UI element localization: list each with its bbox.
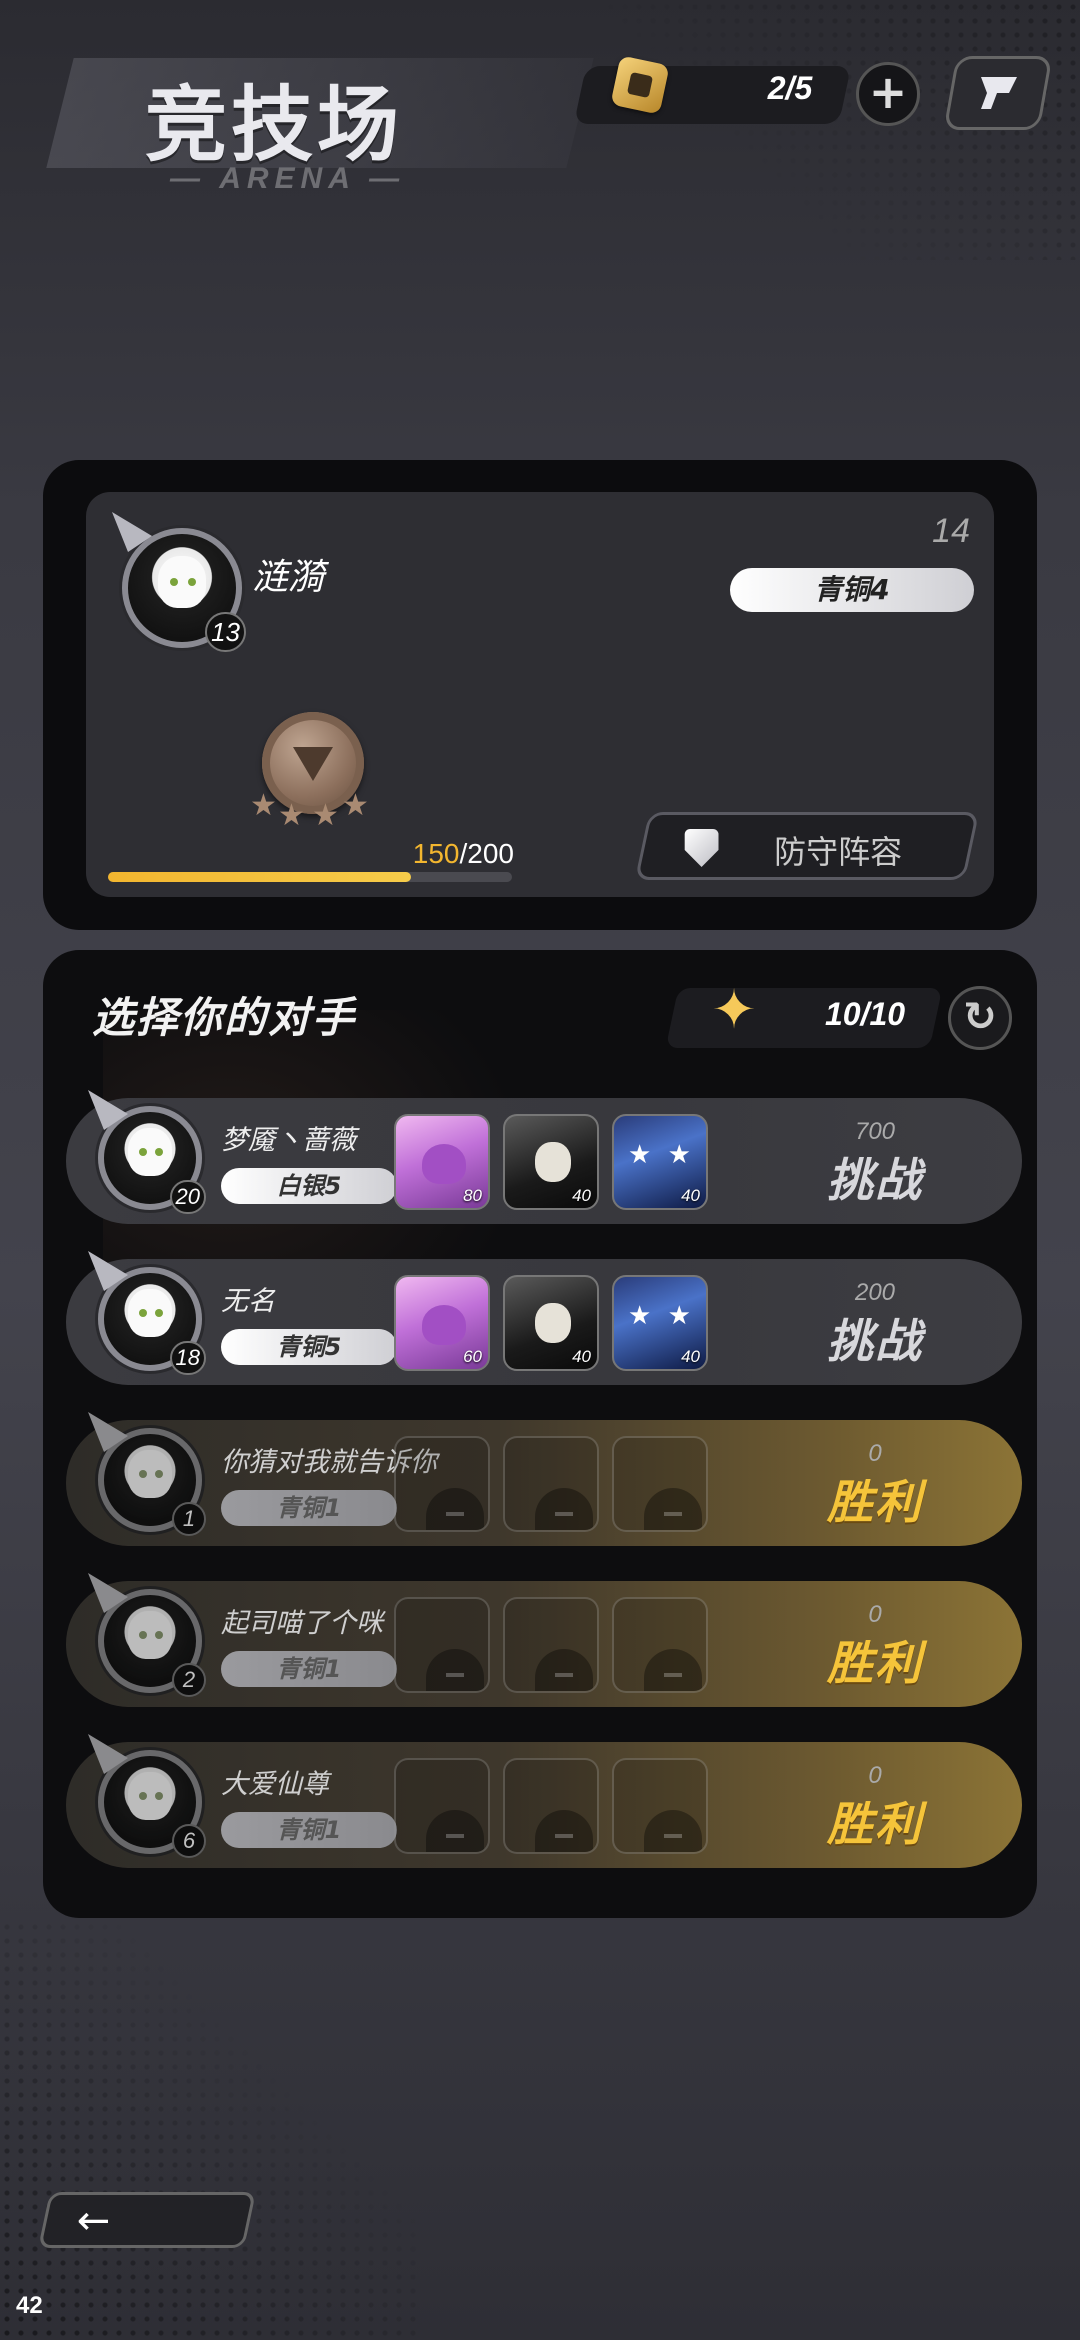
opponent-row[interactable]: 1 你猜对我就告诉你 青铜1 0 胜利 [66, 1420, 1022, 1546]
hero-portrait: 40 [503, 1275, 599, 1371]
opponent-score: 200 [854, 1279, 896, 1306]
hero-level: 40 [681, 1347, 700, 1366]
defense-lineup-button[interactable]: 防守阵容 [634, 812, 980, 880]
opponent-row[interactable]: 6 大爱仙尊青铜1 0 胜利 [66, 1742, 1022, 1868]
challenge-button[interactable]: 挑战 [780, 1144, 970, 1210]
victory-label: 胜利 [827, 1475, 923, 1529]
rank-progress-text: 150/200 [412, 838, 514, 869]
opponent-rank: 青铜1 [221, 1812, 397, 1848]
hidden-hero-slot [612, 1597, 708, 1693]
hero-portrait: 40 [612, 1114, 708, 1210]
hero-level: 60 [463, 1347, 482, 1366]
add-ticket-button[interactable]: + [856, 62, 920, 126]
refresh-icon: ↻ [963, 994, 997, 1040]
defense-lineup-label: 防守阵容 [774, 833, 903, 871]
opponents-title: 选择你的对手 [92, 993, 357, 1042]
rank-progress-bar [108, 872, 512, 882]
hero-level: 40 [572, 1186, 591, 1205]
background-pattern [0, 1920, 420, 2340]
opponent-rank: 白银5 [221, 1168, 397, 1204]
opponent-row[interactable]: 20 梦魇丶蔷薇白银5 80 40 40 700挑战 [66, 1098, 1022, 1224]
opponent-row[interactable]: 18 无名青铜5 60 40 40 200挑战 [66, 1259, 1022, 1385]
opponent-avatar[interactable]: 1 [98, 1428, 206, 1536]
avatar-face [128, 1611, 172, 1659]
avatar-face [128, 1772, 172, 1820]
opponent-avatar[interactable]: 18 [98, 1267, 206, 1375]
arena-ticket-icon [610, 55, 670, 115]
opponent-level-badge: 2 [172, 1663, 206, 1697]
avatar-face [128, 1450, 172, 1498]
victory-label: 胜利 [827, 1797, 923, 1851]
opponent-rank: 青铜1 [221, 1490, 397, 1526]
arena-title-banner: 竞技场 — ARENA — [30, 50, 594, 200]
hidden-hero-slot [612, 1436, 708, 1532]
back-button[interactable]: ← [38, 2192, 256, 2248]
avatar-face [128, 1128, 172, 1176]
player-name: 涟漪 [252, 557, 325, 598]
opponent-name: 梦魇丶蔷薇 [221, 1125, 356, 1156]
opponent-name: 无名 [221, 1286, 275, 1317]
hidden-hero-slot [503, 1597, 599, 1693]
menu-button[interactable] [943, 56, 1053, 130]
opponent-avatar[interactable]: 20 [98, 1106, 206, 1214]
page-subtitle: — ARENA — [170, 162, 406, 195]
star-icon: ★ [342, 788, 369, 823]
back-arrow-icon: ← [76, 2198, 111, 2244]
player-rank-title: 青铜4 [730, 568, 974, 612]
medal-stars: ★ ★ ★ ★ [250, 788, 380, 833]
star-icon: ★ [250, 788, 277, 823]
opponent-level-badge: 20 [169, 1180, 206, 1214]
opponent-name: 起司喵了个咪 [221, 1608, 383, 1639]
opponent-rank: 青铜5 [221, 1329, 397, 1365]
star-icon: ★ [312, 798, 339, 833]
opponent-avatar[interactable]: 6 [98, 1750, 206, 1858]
hidden-hero-slot [394, 1436, 490, 1532]
player-level-badge: 13 [205, 612, 246, 652]
hero-portrait: 80 [394, 1114, 490, 1210]
opponent-rank: 青铜1 [221, 1651, 397, 1687]
challenge-count: 10/10 [824, 996, 906, 1032]
hidden-hero-slot [503, 1436, 599, 1532]
player-rank-number: 14 [932, 512, 970, 550]
hidden-hero-slot [394, 1758, 490, 1854]
opponent-score: 700 [854, 1118, 896, 1145]
page-title: 竞技场 [145, 78, 404, 173]
opponent-level-badge: 1 [172, 1502, 206, 1536]
opponent-row[interactable]: 2 起司喵了个咪青铜1 0 胜利 [66, 1581, 1022, 1707]
hero-portrait: 40 [612, 1275, 708, 1371]
hidden-hero-slot [503, 1758, 599, 1854]
corner-number: 42 [16, 2292, 43, 2319]
opponent-avatar[interactable]: 2 [98, 1589, 206, 1697]
avatar-face [158, 556, 206, 608]
rank-progress-fill [108, 872, 411, 882]
opponent-score: 0 [868, 1762, 882, 1789]
shield-icon [685, 829, 719, 867]
opponent-name: 大爱仙尊 [221, 1769, 329, 1800]
ticket-count: 2/5 [767, 70, 813, 106]
hero-level: 80 [463, 1186, 482, 1205]
opponent-level-badge: 6 [172, 1824, 206, 1858]
victory-label: 胜利 [827, 1636, 923, 1690]
hidden-hero-slot [394, 1597, 490, 1693]
opponent-score: 0 [868, 1440, 882, 1467]
challenge-star-icon: ✦ [711, 978, 757, 1041]
hero-portrait: 40 [503, 1114, 599, 1210]
hidden-hero-slot [612, 1758, 708, 1854]
menu-icon [981, 77, 1017, 109]
refresh-opponents-button[interactable]: ↻ [948, 986, 1012, 1050]
hero-portrait: 60 [394, 1275, 490, 1371]
background-pattern-top [520, 0, 1080, 260]
avatar-face [128, 1289, 172, 1337]
hero-level: 40 [681, 1186, 700, 1205]
opponent-score: 0 [868, 1601, 882, 1628]
star-icon: ★ [278, 798, 305, 833]
player-avatar[interactable]: 13 [122, 528, 246, 652]
hero-level: 40 [572, 1347, 591, 1366]
opponent-level-badge: 18 [169, 1341, 206, 1375]
challenge-button[interactable]: 挑战 [780, 1305, 970, 1371]
